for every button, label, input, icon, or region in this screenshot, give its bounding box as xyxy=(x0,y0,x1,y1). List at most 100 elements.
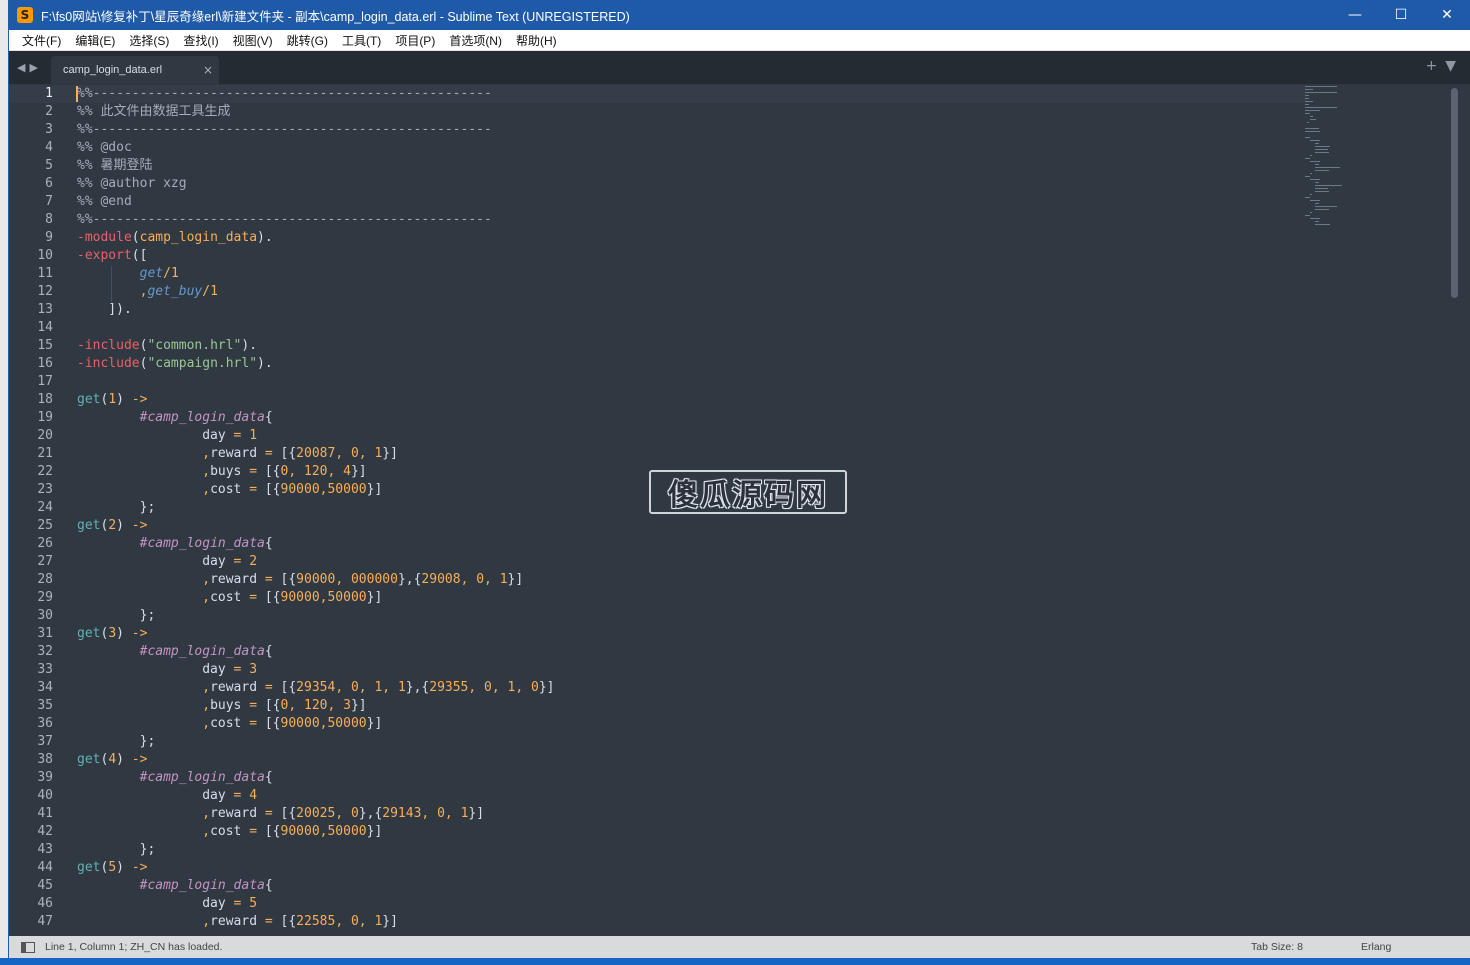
code-token: 0 xyxy=(437,806,445,821)
code-line: #camp_login_data{ xyxy=(77,409,555,427)
code-token: 90000 xyxy=(280,590,320,605)
code-token: , xyxy=(358,680,367,695)
code-token: { xyxy=(264,536,273,551)
minimap-line xyxy=(1315,164,1319,165)
line-number: 43 xyxy=(37,842,53,857)
line-number: 10 xyxy=(37,248,53,263)
minimap-line xyxy=(1305,158,1310,159)
code-token: 0 xyxy=(531,680,539,695)
tab-size-indicator[interactable]: Tab Size: 8 xyxy=(1251,941,1361,953)
code-token: reward xyxy=(210,680,265,695)
code-token: day xyxy=(77,554,234,569)
code-token: }] xyxy=(538,680,555,695)
code-token: day xyxy=(77,788,234,803)
menu-file[interactable]: 文件(F) xyxy=(15,32,68,49)
code-token: , xyxy=(288,464,297,479)
menu-tools[interactable]: 工具(T) xyxy=(335,32,388,49)
code-token: , xyxy=(358,446,367,461)
code-token: }] xyxy=(382,914,398,929)
minimap-line xyxy=(1305,107,1337,108)
code-token: [{ xyxy=(257,824,281,839)
code-token: = xyxy=(249,590,258,605)
code-line: #camp_login_data{ xyxy=(77,877,555,895)
watermark-logo: 傻瓜源码网 xyxy=(649,470,847,514)
code-line: ,cost = [{90000,50000}] xyxy=(77,481,555,499)
close-button[interactable]: ✕ xyxy=(1424,0,1470,30)
syntax-indicator[interactable]: Erlang xyxy=(1361,941,1470,953)
code-line: }; xyxy=(77,733,555,751)
code-token: %%--------------------------------------… xyxy=(77,86,492,101)
line-number: 26 xyxy=(37,536,53,551)
code-token: [{ xyxy=(272,446,297,461)
minimap-line xyxy=(1305,215,1310,216)
line-number: 19 xyxy=(37,410,53,425)
menu-edit[interactable]: 编辑(E) xyxy=(68,32,122,49)
line-number: 44 xyxy=(37,860,53,875)
code-token: get xyxy=(139,266,164,281)
minimap-line xyxy=(1305,137,1310,138)
tab-camp-login-data[interactable]: camp_login_data.erl × xyxy=(51,56,219,84)
code-token: , xyxy=(202,680,211,695)
code-token: 1 xyxy=(397,680,406,695)
line-number: 2 xyxy=(45,104,53,119)
code-editor[interactable]: 1 2 3 4 5 6 7 8 9 10 11 12 13 14 15 16 17 18 19 20 21 22 23 24 2… xyxy=(9,84,1470,936)
code-token: ) xyxy=(116,752,132,767)
menu-view[interactable]: 视图(V) xyxy=(226,32,280,49)
code-token: , xyxy=(335,914,344,929)
code-line: ]). xyxy=(77,301,555,319)
menu-find[interactable]: 查找(I) xyxy=(176,32,225,49)
tab-nav-arrows-icon[interactable]: ◀▶ xyxy=(17,61,42,74)
minimap-line xyxy=(1315,182,1319,183)
code-text[interactable]: %%--------------------------------------… xyxy=(77,85,555,931)
code-token: 90000 xyxy=(280,716,320,731)
code-token: = xyxy=(264,680,273,695)
line-number: 29 xyxy=(37,590,53,605)
minimap-line xyxy=(1310,119,1316,120)
tab-close-icon[interactable]: × xyxy=(197,63,219,77)
line-number: 5 xyxy=(45,158,53,173)
line-number: 23 xyxy=(37,482,53,497)
menu-selection[interactable]: 选择(S) xyxy=(122,32,176,49)
code-token: 120 xyxy=(304,464,328,479)
menu-preferences[interactable]: 首选项(N) xyxy=(442,32,509,49)
menu-help[interactable]: 帮助(H) xyxy=(509,32,564,49)
tab-label: camp_login_data.erl xyxy=(63,64,163,76)
code-token: [{ xyxy=(257,590,281,605)
vertical-scrollbar[interactable] xyxy=(1450,88,1459,932)
line-number: 20 xyxy=(37,428,53,443)
code-token: [{ xyxy=(272,914,297,929)
code-token: 50000 xyxy=(327,824,367,839)
code-token: day xyxy=(77,896,234,911)
code-token: , xyxy=(444,806,453,821)
line-number: 34 xyxy=(37,680,53,695)
menu-goto[interactable]: 跳转(G) xyxy=(280,32,335,49)
code-line: ,buys = [{0, 120, 3}] xyxy=(77,697,555,715)
code-token: 90000 xyxy=(296,572,336,587)
code-line: %%--------------------------------------… xyxy=(77,121,555,139)
tab-menu-icon[interactable]: ▼ xyxy=(1445,58,1456,74)
code-token: ). xyxy=(241,338,258,353)
minimap-line xyxy=(1315,146,1330,147)
new-tab-icon[interactable]: + xyxy=(1425,58,1437,74)
title-bar[interactable]: S F:\fs0网站\修复补丁\星辰奇缘erl\新建文件夹 - 副本\camp_… xyxy=(9,0,1470,30)
code-token: = xyxy=(249,824,258,839)
scrollbar-thumb[interactable] xyxy=(1451,88,1458,298)
code-token: , xyxy=(491,680,500,695)
code-token: %%--------------------------------------… xyxy=(77,122,492,137)
maximize-button[interactable]: ☐ xyxy=(1378,0,1424,30)
sidebar-toggle-icon[interactable] xyxy=(21,941,35,953)
minimap[interactable] xyxy=(1305,86,1369,376)
code-token: "campaign.hrl" xyxy=(147,356,258,371)
code-line: ,reward = [{20025, 0},{29143, 0, 1}] xyxy=(77,805,555,823)
minimap-line xyxy=(1305,98,1309,99)
code-token: }; xyxy=(77,842,156,857)
minimize-button[interactable]: — xyxy=(1332,0,1378,30)
code-token: cost xyxy=(210,482,250,497)
code-token: ( xyxy=(131,230,140,245)
menu-project[interactable]: 项目(P) xyxy=(388,32,442,49)
